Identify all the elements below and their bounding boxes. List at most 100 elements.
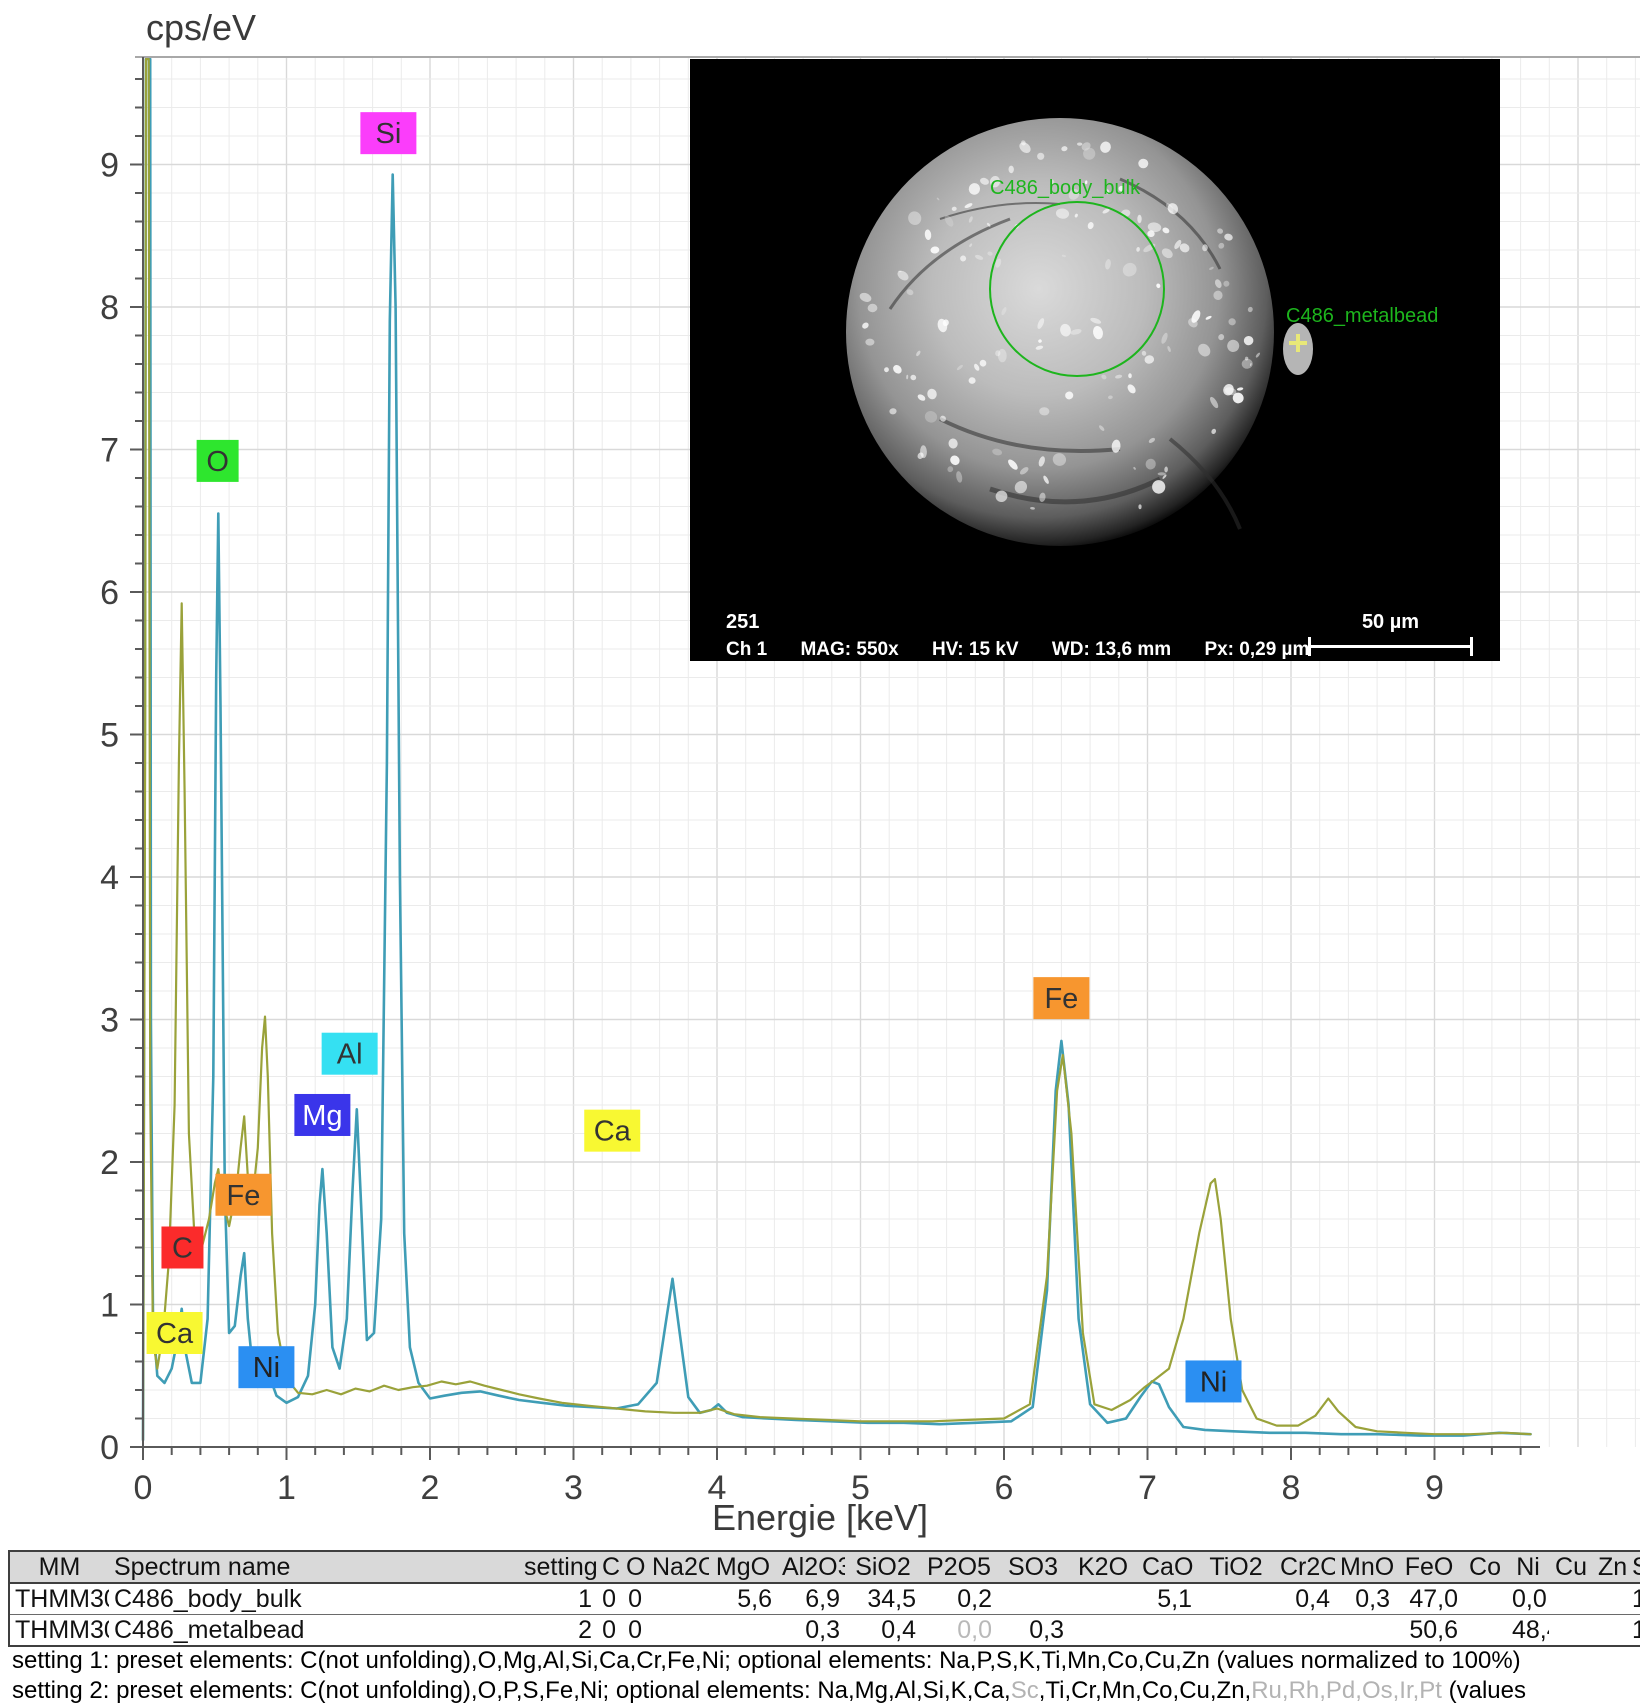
element-label-Al: Al	[322, 1033, 378, 1075]
svg-text:8: 8	[1282, 1469, 1301, 1507]
column-header: MgO	[709, 1551, 777, 1583]
element-label-Fe: Fe	[1033, 977, 1089, 1019]
table-cell	[709, 1615, 777, 1647]
column-header: Al2O3	[777, 1551, 845, 1583]
column-header: FeO	[1395, 1551, 1463, 1583]
svg-text:1: 1	[100, 1287, 119, 1325]
sem-frame-number: 251	[726, 611, 759, 634]
table-cell	[1335, 1615, 1395, 1647]
table-cell: 2	[519, 1615, 597, 1647]
column-header: Cu	[1549, 1551, 1593, 1583]
results-table: MMSpectrum namesettingCONa2OMgOAl2O3SiO2…	[8, 1550, 1640, 1647]
svg-text:1: 1	[277, 1469, 296, 1507]
table-cell: 0	[597, 1583, 621, 1615]
svg-text:5: 5	[100, 717, 119, 755]
table-cell: 0,0	[1507, 1583, 1549, 1615]
table-cell: 0,3	[777, 1615, 845, 1647]
x-axis-title: Energie [keV]	[712, 1497, 928, 1538]
table-cell	[1069, 1615, 1137, 1647]
column-header: Sum	[1627, 1551, 1640, 1583]
svg-text:Ni: Ni	[253, 1352, 280, 1384]
table-cell: 5,6	[709, 1583, 777, 1615]
scale-bar	[1308, 645, 1473, 648]
svg-text:Mg: Mg	[302, 1100, 342, 1132]
scale-bar-label: 50 µm	[1308, 611, 1473, 634]
svg-text:2: 2	[421, 1469, 440, 1507]
column-header: SiO2	[845, 1551, 921, 1583]
column-header: K2O	[1069, 1551, 1137, 1583]
column-header: P2O5	[921, 1551, 997, 1583]
table-cell: 100,0	[1627, 1583, 1640, 1615]
table-cell	[647, 1615, 709, 1647]
column-header: Ni	[1507, 1551, 1549, 1583]
sem-label-metalbead: C486_metalbead	[1286, 305, 1438, 328]
column-header: TiO2	[1197, 1551, 1275, 1583]
sem-working-distance: WD: 13,6 mm	[1052, 639, 1171, 660]
column-header: C	[597, 1551, 621, 1583]
table-cell	[1593, 1583, 1627, 1615]
sem-image-inset: C486_body_bulk C486_metalbead 251 Ch 1 M…	[690, 59, 1500, 661]
sem-pixel-size: Px: 0,29 µm	[1204, 639, 1309, 660]
element-label-O: O	[197, 440, 239, 482]
table-cell	[997, 1583, 1069, 1615]
svg-text:Fe: Fe	[227, 1180, 261, 1212]
table-row: THMM308C486_body_bulk1005,66,934,50,25,1…	[9, 1583, 1640, 1615]
column-header: Zn	[1593, 1551, 1627, 1583]
element-label-Ni: Ni	[1186, 1360, 1242, 1402]
table-cell	[1463, 1615, 1507, 1647]
eds-report-page: 01234567890123456789cps/eVEnergie [keV]S…	[0, 0, 1640, 1704]
svg-text:Ca: Ca	[156, 1318, 194, 1350]
sem-voltage: HV: 15 kV	[932, 639, 1019, 660]
table-cell: 0,3	[997, 1615, 1069, 1647]
svg-text:O: O	[206, 446, 229, 478]
svg-text:Si: Si	[375, 118, 401, 150]
element-label-Mg: Mg	[294, 1094, 350, 1136]
table-cell	[1549, 1583, 1593, 1615]
table-cell: 0,4	[845, 1615, 921, 1647]
svg-text:Fe: Fe	[1044, 983, 1078, 1015]
table-cell: 0,3	[1335, 1583, 1395, 1615]
column-header: Cr2O3	[1275, 1551, 1335, 1583]
footnote-setting-1: setting 1: preset elements: C(not unfold…	[12, 1646, 1640, 1676]
sem-magnification: MAG: 550x	[800, 639, 898, 660]
svg-text:2: 2	[100, 1144, 119, 1182]
table-cell	[1197, 1615, 1275, 1647]
column-header: Spectrum name	[109, 1551, 519, 1583]
column-header: Na2O	[647, 1551, 709, 1583]
sem-channel: Ch 1	[726, 639, 767, 660]
table-cell: 34,5	[845, 1583, 921, 1615]
table-cell	[647, 1583, 709, 1615]
table-cell	[1137, 1615, 1197, 1647]
svg-text:6: 6	[995, 1469, 1014, 1507]
footnote-setting-2: setting 2: preset elements: C(not unfold…	[12, 1676, 1640, 1704]
svg-text:9: 9	[1425, 1469, 1444, 1507]
element-label-C: C	[161, 1227, 203, 1269]
svg-text:0: 0	[134, 1469, 153, 1507]
table-cell: 0	[621, 1583, 647, 1615]
element-label-Ca: Ca	[584, 1110, 640, 1152]
column-header: Co	[1463, 1551, 1507, 1583]
table-cell: THMM308	[9, 1615, 109, 1647]
table-cell: 0,0	[921, 1615, 997, 1647]
table-cell: 0,4	[1275, 1583, 1335, 1615]
element-label-Ca: Ca	[147, 1312, 203, 1354]
footnotes: setting 1: preset elements: C(not unfold…	[12, 1646, 1640, 1704]
table-cell: 5,1	[1137, 1583, 1197, 1615]
svg-text:Al: Al	[337, 1039, 363, 1071]
table-row: THMM308C486_metalbead2000,30,40,00,350,6…	[9, 1615, 1640, 1647]
table-cell	[1593, 1615, 1627, 1647]
svg-text:4: 4	[100, 859, 119, 897]
column-header: MM	[9, 1551, 109, 1583]
table-header-row: MMSpectrum namesettingCONa2OMgOAl2O3SiO2…	[9, 1551, 1640, 1583]
table-cell: 100,0	[1627, 1615, 1640, 1647]
table-cell	[1275, 1615, 1335, 1647]
svg-text:C: C	[172, 1233, 193, 1265]
table-cell: C486_metalbead	[109, 1615, 519, 1647]
element-label-Si: Si	[360, 112, 416, 154]
svg-text:8: 8	[100, 289, 119, 327]
table-cell: 48,4	[1507, 1615, 1549, 1647]
table-cell: C486_body_bulk	[109, 1583, 519, 1615]
sem-info-bar: Ch 1 MAG: 550x HV: 15 kV WD: 13,6 mm Px:…	[726, 639, 1337, 661]
table-cell: 0	[597, 1615, 621, 1647]
table-cell: 50,6	[1395, 1615, 1463, 1647]
